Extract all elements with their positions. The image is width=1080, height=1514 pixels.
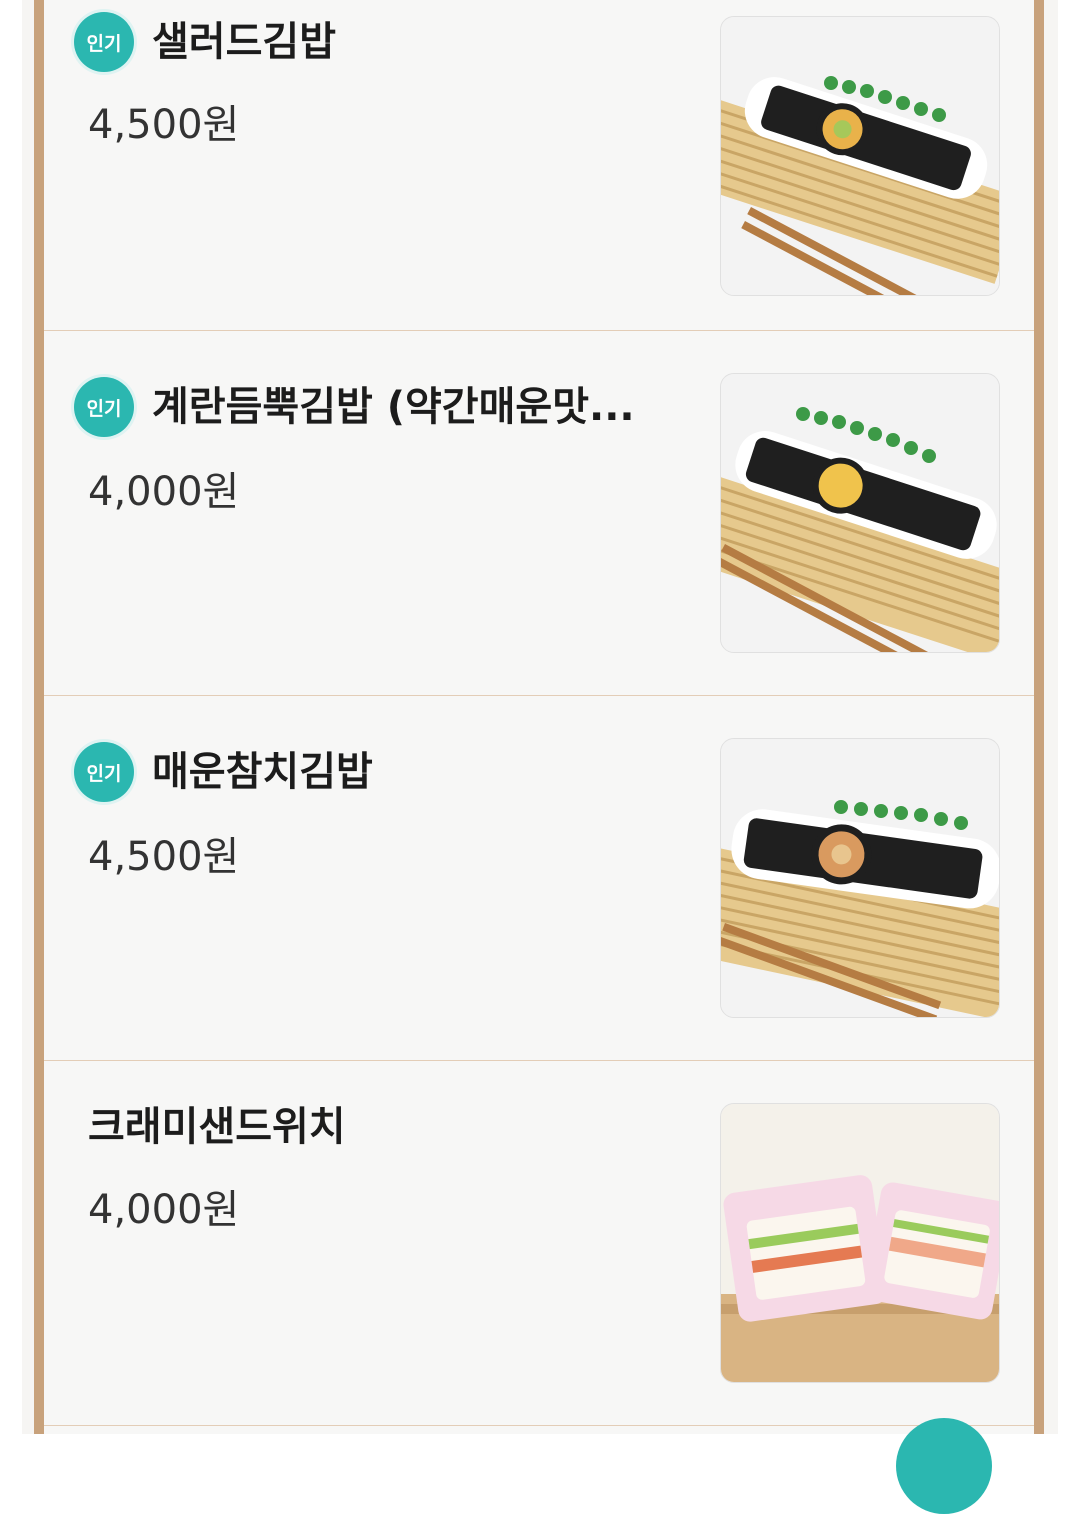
menu-item-photo (720, 1103, 1000, 1383)
popular-badge: 인기 (74, 12, 134, 72)
menu-item-photo (720, 738, 1000, 1018)
menu-item-photo (720, 373, 1000, 653)
menu-item-spicy-tuna-kimbap[interactable]: 인기 매운참치김밥 4,500원 (44, 696, 1034, 1061)
popular-badge: 인기 (74, 377, 134, 437)
menu-item-price: 4,500원 (88, 834, 240, 880)
popular-badge: 인기 (74, 742, 134, 802)
menu-item-name: 샐러드김밥 (152, 19, 336, 65)
kimbap-photo-icon (721, 374, 999, 652)
kimbap-photo-icon (721, 17, 999, 295)
menu-item-salad-kimbap[interactable]: 인기 샐러드김밥 4,500원 (44, 0, 1034, 331)
menu-item-egg-kimbap[interactable]: 인기 계란듬뿍김밥 (약간매운맛... 4,000원 (44, 331, 1034, 696)
menu-item-crab-sandwich[interactable]: 크래미샌드위치 4,000원 (44, 1061, 1034, 1426)
frame-left-border (34, 0, 44, 1434)
menu-item-price: 4,000원 (88, 469, 240, 515)
menu-item-name: 크래미샌드위치 (88, 1104, 346, 1150)
frame-right-border (1034, 0, 1044, 1434)
kimbap-photo-icon (721, 739, 999, 1017)
menu-item-photo (720, 16, 1000, 296)
menu-list: 인기 샐러드김밥 4,500원 인기 계란듬뿍김밥 (약간매운맛... 4,00… (44, 0, 1034, 1434)
sandwich-photo-icon (721, 1104, 999, 1382)
menu-item-name: 계란듬뿍김밥 (약간매운맛... (152, 384, 635, 430)
menu-item-price: 4,500원 (88, 102, 240, 148)
menu-item-name: 매운참치김밥 (152, 749, 373, 795)
menu-item-price: 4,000원 (88, 1187, 240, 1233)
floating-action-button[interactable] (896, 1418, 992, 1514)
